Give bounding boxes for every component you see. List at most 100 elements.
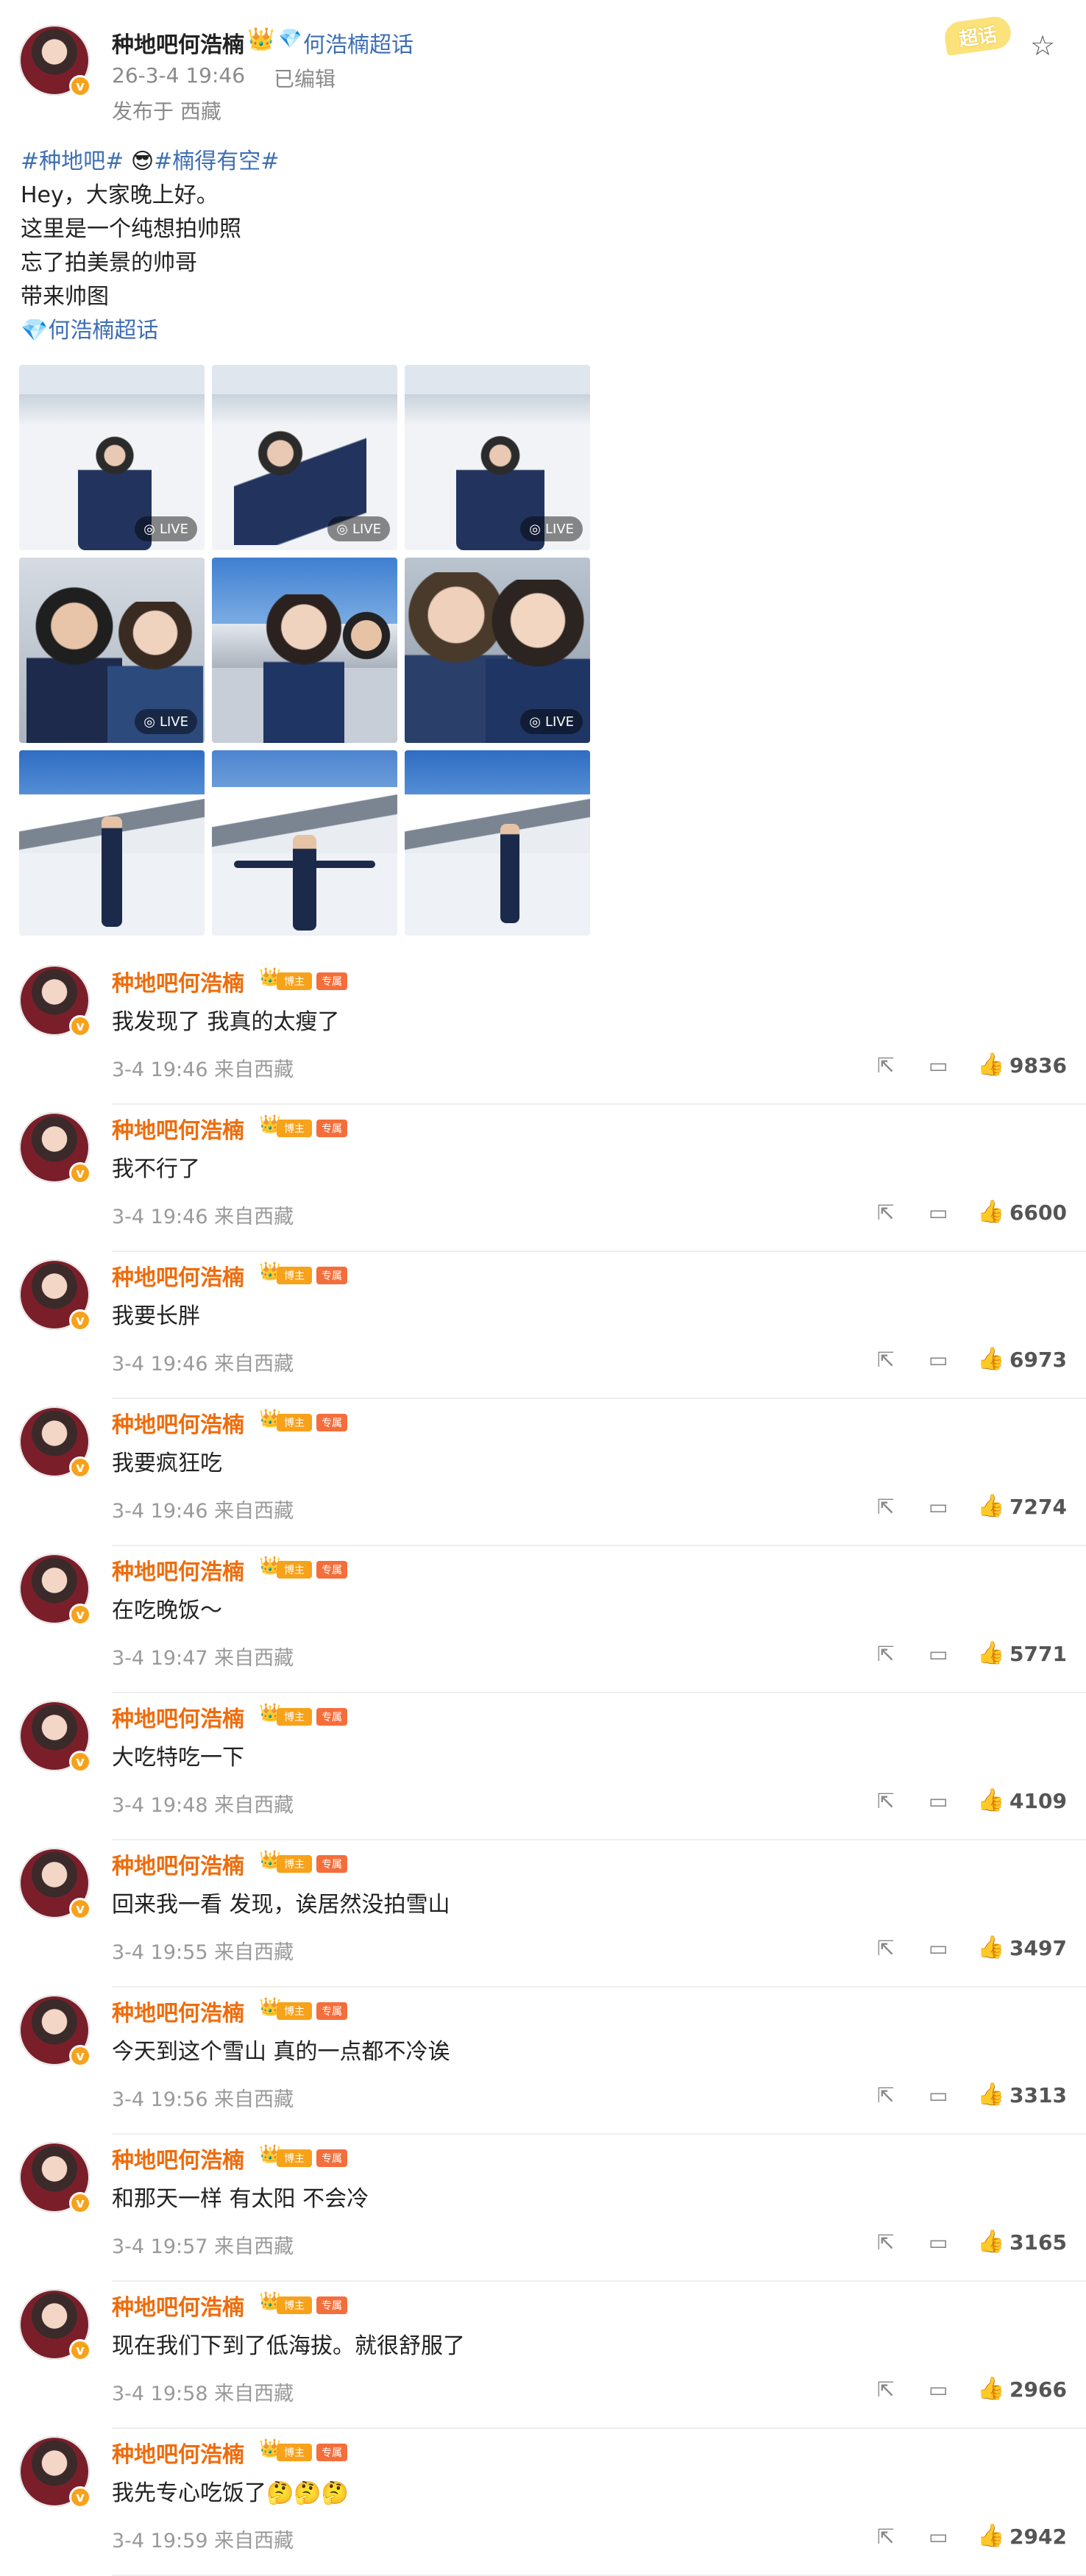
- author-badge: 博主: [277, 1267, 312, 1284]
- commenter-name[interactable]: 种地吧何浩楠: [112, 1848, 244, 1880]
- photo-8[interactable]: [212, 750, 397, 936]
- photo-4[interactable]: ◎ LIVE: [19, 558, 205, 743]
- commenter-avatar[interactable]: v: [19, 1406, 91, 1479]
- edited-label[interactable]: 已编辑: [274, 63, 336, 93]
- comment-icon[interactable]: ▭: [929, 2525, 948, 2549]
- comment-icon[interactable]: ▭: [929, 1642, 948, 1666]
- comment-item: v 种地吧何浩楠 👑 博主 专属 我不行了 3-4 19:46 来自西藏 ⇱ ▭…: [0, 1105, 1086, 1252]
- commenter-name[interactable]: 种地吧何浩楠: [112, 1112, 244, 1145]
- author-name[interactable]: 种地吧何浩楠: [112, 26, 244, 59]
- thumbs-up-icon[interactable]: 👍: [977, 1052, 1004, 1078]
- commenter-name[interactable]: 种地吧何浩楠: [112, 1701, 244, 1733]
- share-icon[interactable]: ⇱: [877, 1200, 894, 1225]
- commenter-avatar[interactable]: v: [19, 965, 91, 1037]
- commenter-avatar[interactable]: v: [19, 1995, 91, 2067]
- thumbs-up-icon[interactable]: 👍: [977, 1787, 1004, 1813]
- share-icon[interactable]: ⇱: [877, 1348, 894, 1372]
- share-icon[interactable]: ⇱: [877, 1053, 894, 1078]
- hashtag-link[interactable]: #楠得有空#: [154, 149, 279, 174]
- commenter-avatar[interactable]: v: [19, 2142, 91, 2214]
- super-topic-link[interactable]: 何浩楠超话: [303, 26, 414, 59]
- star-icon[interactable]: ☆: [1030, 29, 1055, 62]
- photo-6[interactable]: ◎ LIVE: [405, 558, 590, 743]
- verified-icon: v: [69, 2192, 91, 2214]
- live-photo-badge: ◎ LIVE: [520, 516, 583, 541]
- photo-9[interactable]: [405, 750, 590, 936]
- commenter-avatar[interactable]: v: [19, 1259, 91, 1331]
- like-count[interactable]: 5771: [1009, 1642, 1067, 1666]
- commenter-name[interactable]: 种地吧何浩楠: [112, 1554, 244, 1586]
- like-count[interactable]: 3165: [1009, 2230, 1067, 2255]
- thumbs-up-icon[interactable]: 👍: [977, 2376, 1004, 2402]
- thumbs-up-icon[interactable]: 👍: [977, 1640, 1004, 1666]
- comment-icon[interactable]: ▭: [929, 1053, 948, 1078]
- thumbs-up-icon[interactable]: 👍: [977, 2523, 1004, 2549]
- comment-item: v 种地吧何浩楠 👑 博主 专属 和那天一样 有太阳 不会冷 3-4 19:57…: [0, 2135, 1086, 2282]
- comment-icon[interactable]: ▭: [929, 2083, 948, 2107]
- comment-meta: 3-4 19:46 来自西藏: [112, 1353, 294, 1376]
- photo-7[interactable]: [19, 750, 205, 936]
- photo-1[interactable]: ◎ LIVE: [19, 365, 205, 550]
- commenter-avatar[interactable]: v: [19, 2436, 91, 2508]
- thumbs-up-icon[interactable]: 👍: [977, 1346, 1004, 1372]
- like-count[interactable]: 3497: [1009, 1936, 1067, 1960]
- comment-icon[interactable]: ▭: [929, 1348, 948, 1372]
- like-count[interactable]: 6973: [1009, 1348, 1067, 1372]
- share-icon[interactable]: ⇱: [877, 2230, 894, 2255]
- comment-icon[interactable]: ▭: [929, 1495, 948, 1519]
- comment-icon[interactable]: ▭: [929, 2230, 948, 2255]
- share-icon[interactable]: ⇱: [877, 1495, 894, 1519]
- share-icon[interactable]: ⇱: [877, 1936, 894, 1960]
- commenter-name[interactable]: 种地吧何浩楠: [112, 2142, 244, 2174]
- exclusive-badge: 专属: [316, 1855, 347, 1873]
- commenter-name[interactable]: 种地吧何浩楠: [112, 1995, 244, 2027]
- like-count[interactable]: 7274: [1009, 1495, 1067, 1519]
- commenter-avatar[interactable]: v: [19, 1554, 91, 1626]
- commenter-name[interactable]: 种地吧何浩楠: [112, 2436, 244, 2469]
- share-icon[interactable]: ⇱: [877, 2377, 894, 2402]
- comment-text: 我要长胖: [112, 1303, 200, 1329]
- like-count[interactable]: 6600: [1009, 1200, 1067, 1225]
- comment-icon[interactable]: ▭: [929, 1936, 948, 1960]
- photo-3[interactable]: ◎ LIVE: [405, 365, 590, 550]
- like-count[interactable]: 2942: [1009, 2525, 1067, 2549]
- comment-icon[interactable]: ▭: [929, 1789, 948, 1813]
- comment-text: 现在我们下到了低海拔。就很舒服了: [112, 2333, 465, 2359]
- commenter-name[interactable]: 种地吧何浩楠: [112, 2289, 244, 2321]
- share-icon[interactable]: ⇱: [877, 2083, 894, 2107]
- like-count[interactable]: 4109: [1009, 1789, 1067, 1813]
- thumbs-up-icon[interactable]: 👍: [977, 2229, 1004, 2255]
- share-icon[interactable]: ⇱: [877, 2525, 894, 2549]
- thumbs-up-icon[interactable]: 👍: [977, 1493, 1004, 1519]
- comment-item: v 种地吧何浩楠 👑 博主 专属 今天到这个雪山 真的一点都不冷诶 3-4 19…: [0, 1988, 1086, 2135]
- super-topic-link-text[interactable]: 何浩楠超话: [48, 318, 158, 344]
- author-avatar[interactable]: v: [19, 25, 91, 97]
- comment-icon[interactable]: ▭: [929, 2377, 948, 2402]
- super-topic-badge[interactable]: 超话: [943, 14, 1013, 57]
- commenter-name[interactable]: 种地吧何浩楠: [112, 1406, 244, 1439]
- commenter-avatar[interactable]: v: [19, 1112, 91, 1184]
- verified-icon: v: [69, 75, 91, 97]
- comment-text: 大吃特吃一下: [112, 1745, 244, 1771]
- diamond-icon: 💎: [278, 28, 302, 50]
- verified-icon: v: [69, 1604, 91, 1626]
- like-count[interactable]: 9836: [1009, 1053, 1067, 1078]
- hashtag-link[interactable]: #种地吧#: [21, 149, 124, 174]
- photo-2[interactable]: ◎ LIVE: [212, 365, 397, 550]
- like-count[interactable]: 2966: [1009, 2377, 1067, 2402]
- commenter-name[interactable]: 种地吧何浩楠: [112, 965, 244, 997]
- share-icon[interactable]: ⇱: [877, 1642, 894, 1666]
- thumbs-up-icon[interactable]: 👍: [977, 2082, 1004, 2107]
- super-topic-inline-link[interactable]: 💎何浩楠超话: [21, 316, 158, 346]
- thumbs-up-icon[interactable]: 👍: [977, 1199, 1004, 1225]
- thumbs-up-icon[interactable]: 👍: [977, 1935, 1004, 1960]
- commenter-avatar[interactable]: v: [19, 2289, 91, 2361]
- comment-icon[interactable]: ▭: [929, 1200, 948, 1225]
- share-icon[interactable]: ⇱: [877, 1789, 894, 1813]
- comment-text: 回来我一看 发现，诶居然没拍雪山: [112, 1892, 450, 1918]
- commenter-name[interactable]: 种地吧何浩楠: [112, 1259, 244, 1292]
- commenter-avatar[interactable]: v: [19, 1701, 91, 1773]
- commenter-avatar[interactable]: v: [19, 1848, 91, 1920]
- like-count[interactable]: 3313: [1009, 2083, 1067, 2107]
- live-photo-badge: ◎ LIVE: [135, 709, 197, 734]
